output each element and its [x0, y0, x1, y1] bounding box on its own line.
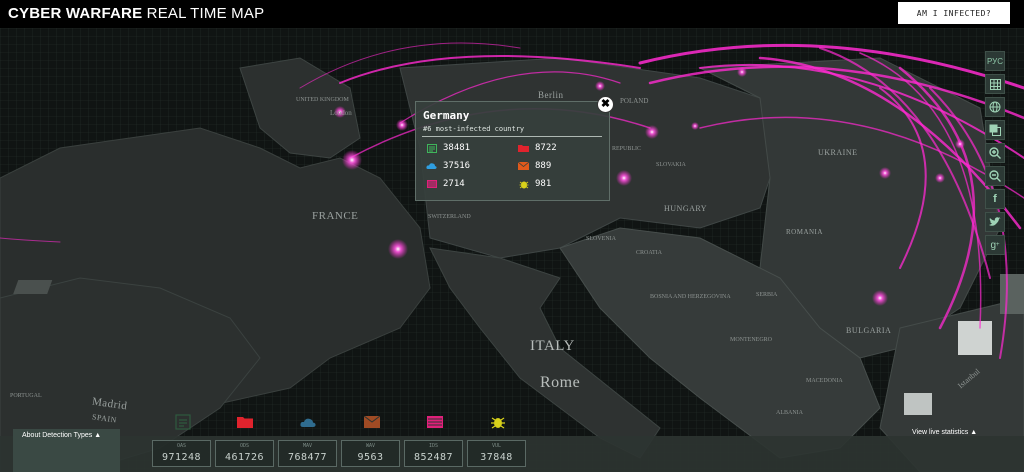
label-italy: ITALY [530, 338, 575, 354]
title-rest: REAL TIME MAP [146, 5, 265, 22]
about-detection-types-button[interactable]: About Detection Types ▲ [13, 429, 120, 472]
label-montenegro: MONTENEGRO [730, 337, 772, 343]
popup-mav-value: 2714 [443, 179, 465, 189]
popup-ids-value: 889 [535, 161, 552, 171]
view-live-statistics-link[interactable]: View live statistics ▲ [912, 429, 977, 436]
stat-label: IDS [428, 443, 439, 449]
popup-stat-mav: 2714 [426, 179, 465, 189]
label-bosnia: BOSNIA AND HERZEGOVINA [650, 294, 731, 300]
popup-country-name: Germany [423, 109, 470, 122]
popup-oas-value: 38481 [443, 143, 471, 153]
popup-vul-value: 981 [535, 179, 552, 189]
stat-box-wav[interactable]: WAV 9563 [341, 440, 400, 467]
stat-box-mav[interactable]: MAV 768477 [278, 440, 337, 467]
stat-box-oas[interactable]: OAS 971248 [152, 440, 211, 467]
popup-rank: #6 most-infected country [423, 125, 525, 133]
am-i-infected-button[interactable]: AM I INFECTED? [898, 2, 1010, 24]
envelope-icon [518, 162, 529, 171]
cyber-map[interactable]: FRANCE ITALY Rome SWITZERLAND HUNGARY RO… [0, 28, 1024, 472]
language-button[interactable]: РУС [985, 51, 1005, 71]
popup-stat-ids: 889 [518, 161, 551, 171]
title-bold: CYBER WARFARE [8, 5, 143, 22]
grid-icon[interactable] [985, 74, 1005, 94]
popup-stat-wav: 8722 [518, 143, 557, 153]
popup-stat-ods: 37516 [426, 161, 470, 171]
popup-stat-oas: 38481 [426, 143, 470, 153]
stat-label: VUL [491, 443, 502, 449]
label-rome: Rome [540, 374, 581, 391]
map-canvas[interactable] [0, 28, 1024, 472]
ods-type-icon[interactable] [298, 412, 318, 432]
label-portugal: PORTUGAL [10, 393, 42, 399]
label-france: FRANCE [312, 210, 359, 222]
app-title: CYBER WARFARE REAL TIME MAP [8, 5, 264, 22]
terrain-block [13, 280, 53, 294]
label-republic: REPUBLIC [612, 146, 642, 152]
terrain-block [1000, 274, 1024, 314]
zoom-out-icon[interactable] [985, 166, 1005, 186]
label-ukraine: UKRAINE [818, 148, 858, 157]
stat-box-ids[interactable]: IDS 852487 [404, 440, 463, 467]
oas-type-icon[interactable] [173, 412, 193, 432]
label-slovakia: SLOVAKIA [656, 162, 686, 168]
about-label: About Detection Types ▲ [22, 432, 102, 439]
stat-box-vul[interactable]: VUL 37848 [467, 440, 526, 467]
google-plus-icon[interactable]: g + [985, 235, 1005, 255]
label-switzerland: SWITZERLAND [428, 214, 471, 220]
label-croatia: CROATIA [636, 250, 663, 256]
right-toolbar: РУС f g + [985, 51, 1005, 258]
label-slovenia: SLOVENIA [586, 236, 616, 242]
label-berlin: Berlin [538, 90, 564, 100]
folder-icon [518, 144, 529, 153]
stat-label: ODS [239, 443, 250, 449]
stat-value: 971248 [161, 452, 202, 463]
label-albania: ALBANIA [776, 410, 803, 416]
stat-box-ods[interactable]: ODS 461726 [215, 440, 274, 467]
stat-label: MAV [302, 443, 313, 449]
label-romania: ROMANIA [786, 228, 823, 236]
close-icon: ✖ [600, 98, 611, 110]
stat-value: 768477 [287, 452, 328, 463]
popup-divider [422, 136, 602, 137]
vul-type-icon[interactable] [488, 412, 508, 432]
stat-value: 37848 [480, 452, 513, 463]
stat-value: 852487 [413, 452, 454, 463]
stat-value: 461726 [224, 452, 265, 463]
label-macedonia: MACEDONIA [806, 378, 843, 384]
label-bulgaria: BULGARIA [846, 326, 892, 335]
oas-icon [426, 143, 437, 153]
ids-type-icon[interactable] [362, 412, 382, 432]
twitter-icon[interactable] [985, 212, 1005, 232]
country-popup: Germany #6 most-infected country 38481 3… [415, 101, 610, 201]
zoom-in-icon[interactable] [985, 143, 1005, 163]
popup-ods-value: 37516 [443, 161, 471, 171]
label-poland: POLAND [620, 97, 649, 105]
label-serbia: SERBIA [756, 292, 778, 298]
layers-icon[interactable] [985, 120, 1005, 140]
mav-type-icon[interactable] [425, 412, 445, 432]
label-united-kingdom: UNITED KINGDOM [296, 97, 349, 103]
bug-icon [518, 180, 529, 189]
terrain-block [904, 393, 932, 415]
top-bar: CYBER WARFARE REAL TIME MAP AM I INFECTE… [0, 0, 1024, 28]
popup-close-button[interactable]: ✖ [597, 96, 614, 113]
stat-value: 9563 [357, 452, 384, 463]
stat-label: WAV [365, 443, 376, 449]
stat-label: OAS [176, 443, 187, 449]
wav-type-icon[interactable] [235, 412, 255, 432]
globe-icon[interactable] [985, 97, 1005, 117]
cloud-icon [426, 162, 437, 171]
popup-stat-vul: 981 [518, 179, 551, 189]
facebook-icon[interactable]: f [985, 189, 1005, 209]
label-london: London [330, 109, 352, 117]
popup-wav-value: 8722 [535, 143, 557, 153]
mail-icon [426, 180, 437, 189]
terrain-block [958, 321, 992, 355]
label-hungary: HUNGARY [664, 204, 708, 213]
